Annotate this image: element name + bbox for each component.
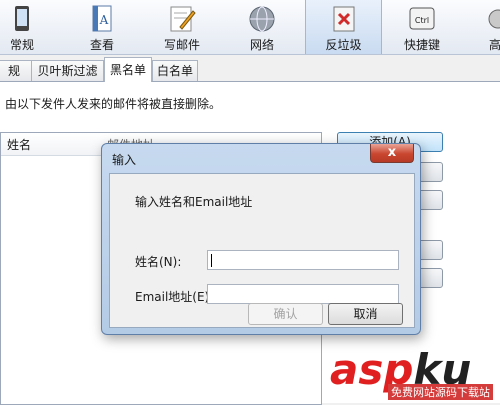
dialog-prompt: 输入姓名和Email地址 [135, 195, 253, 209]
keyboard-ctrl-icon: Ctrl [409, 7, 435, 30]
svg-text:A: A [99, 13, 109, 27]
watermark-subtitle: 免费网站源码下载站 [388, 384, 493, 400]
text-caret [211, 254, 212, 267]
toolbar-antispam-label: 反垃圾 [325, 38, 362, 52]
advanced-icon [488, 9, 500, 29]
toolbar-general-label: 常规 [9, 38, 34, 52]
email-label: Email地址(E) [135, 290, 210, 304]
dialog-body: 输入姓名和Email地址 姓名(N): Email地址(E) 确认 取消 [109, 173, 415, 328]
toolbar-shortcuts-label: 快捷键 [403, 38, 440, 52]
antispam-icon [333, 6, 354, 32]
blacklist-description: 由以下发件人发来的邮件将被直接删除。 [5, 97, 222, 111]
toolbar-advanced[interactable]: 高 [475, 0, 500, 54]
cancel-button[interactable]: 取消 [328, 303, 403, 325]
toolbar-compose[interactable]: 写邮件 [155, 0, 209, 54]
ctrl-key-text: Ctrl [415, 16, 429, 25]
tab-bayesian-filter[interactable]: 贝叶斯过滤 [31, 60, 104, 81]
toolbar: 常规 A 查看 写邮件 网络 反垃圾 Ctrl 快捷键 高 [0, 0, 500, 55]
toolbar-view[interactable]: A 查看 [80, 0, 124, 54]
toolbar-view-label: 查看 [89, 38, 114, 52]
toolbar-network[interactable]: 网络 [240, 0, 284, 54]
close-icon[interactable]: x [370, 144, 414, 163]
dialog-title: 输入 [112, 153, 137, 167]
toolbar-advanced-label: 高 [488, 38, 500, 52]
name-label: 姓名(N): [135, 255, 182, 269]
email-input[interactable] [207, 284, 399, 304]
tab-general[interactable]: 规 [0, 60, 32, 81]
column-name[interactable]: 姓名 [7, 136, 31, 153]
input-dialog: 输入 x 输入姓名和Email地址 姓名(N): Email地址(E) 确认 取… [101, 143, 421, 335]
phone-icon [15, 6, 29, 31]
tab-bar: 规 贝叶斯过滤 黑名单 白名单 [0, 55, 500, 82]
toolbar-compose-label: 写邮件 [163, 38, 200, 52]
tab-blacklist[interactable]: 黑名单 [104, 57, 152, 82]
ok-button[interactable]: 确认 [248, 303, 323, 325]
compose-pencil-icon [170, 6, 196, 32]
toolbar-network-label: 网络 [249, 38, 274, 52]
toolbar-antispam[interactable]: 反垃圾 [305, 0, 382, 54]
toolbar-general[interactable]: 常规 [0, 0, 44, 54]
tab-whitelist[interactable]: 白名单 [152, 60, 198, 81]
network-globe-icon [249, 6, 275, 32]
toolbar-shortcuts[interactable]: Ctrl 快捷键 [397, 0, 447, 54]
name-input[interactable] [207, 250, 399, 270]
document-view-icon: A [92, 5, 112, 32]
